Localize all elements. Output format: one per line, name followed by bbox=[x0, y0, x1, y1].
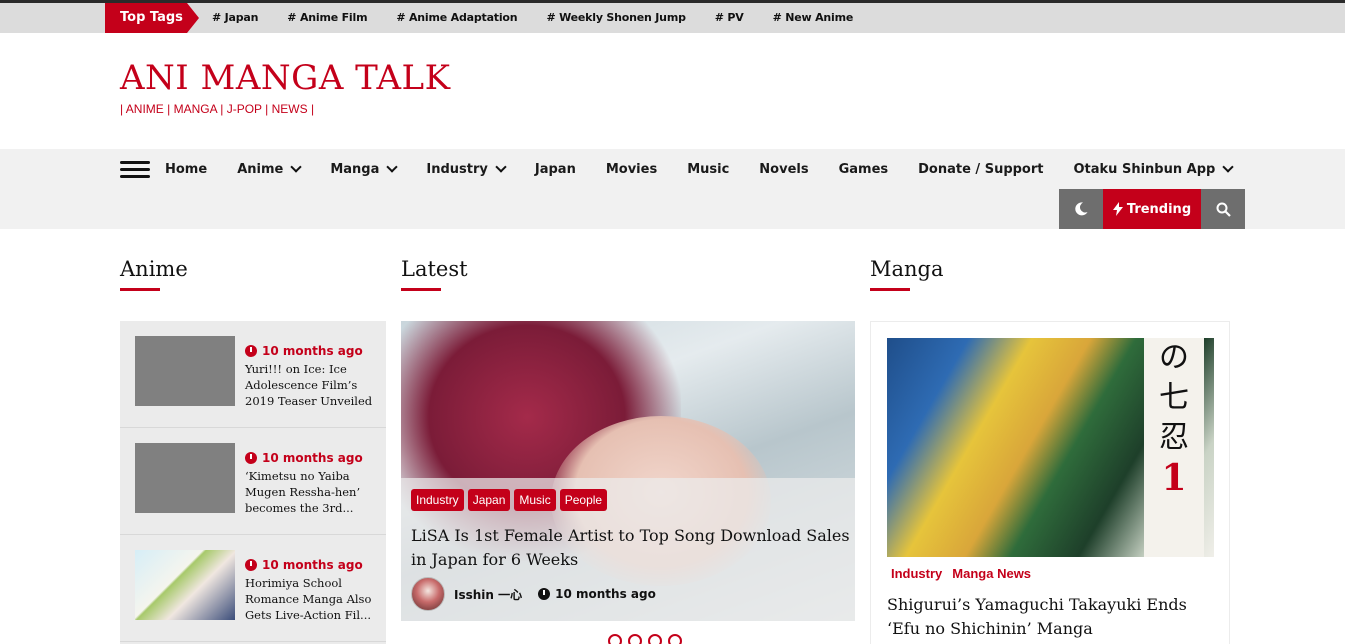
nav-item-home[interactable]: Home bbox=[165, 162, 207, 177]
category-link[interactable]: Industry bbox=[891, 566, 942, 581]
trending-button[interactable]: Trending bbox=[1103, 189, 1201, 229]
chevron-down-icon bbox=[495, 161, 507, 173]
cover-volume-number: 1 bbox=[1161, 457, 1187, 499]
top-tags-label: Top Tags bbox=[105, 3, 199, 33]
nav-item-movies[interactable]: Movies bbox=[606, 162, 657, 177]
anime-list: 10 months ago Yuri!!! on Ice: Ice Adoles… bbox=[120, 321, 386, 644]
category-link[interactable]: Manga News bbox=[952, 566, 1031, 581]
bolt-icon bbox=[1112, 202, 1123, 216]
section-underline bbox=[120, 288, 160, 291]
nav-item-donate[interactable]: Donate / Support bbox=[918, 162, 1043, 177]
top-tags-bar: Top Tags # Japan # Anime Film # Anime Ad… bbox=[0, 0, 1345, 33]
category-chip[interactable]: Japan bbox=[467, 489, 511, 511]
moon-icon bbox=[1075, 202, 1088, 216]
nav-item-manga[interactable]: Manga bbox=[330, 161, 399, 177]
article-thumbnail[interactable] bbox=[135, 336, 235, 406]
chevron-down-icon bbox=[290, 161, 302, 173]
section-title-latest: Latest bbox=[401, 257, 468, 281]
manga-article-title[interactable]: Shigurui’s Yamaguchi Takayuki Ends ‘Efu … bbox=[887, 593, 1217, 641]
article-title[interactable]: Horimiya School Romance Manga Also Gets … bbox=[245, 575, 375, 623]
list-item[interactable]: 10 months ago Horimiya School Romance Ma… bbox=[120, 535, 386, 642]
list-item[interactable]: 10 months ago ‘Kimetsu no Yaiba Mugen Re… bbox=[120, 428, 386, 535]
tag-link[interactable]: # Japan bbox=[212, 3, 258, 33]
chevron-down-icon bbox=[1222, 161, 1234, 173]
manga-cover-image[interactable]: の 七 忍 1 bbox=[887, 338, 1214, 557]
tag-link[interactable]: # PV bbox=[715, 3, 744, 33]
hamburger-menu-icon[interactable] bbox=[120, 161, 150, 179]
category-chip[interactable]: People bbox=[559, 489, 608, 511]
clock-icon bbox=[538, 588, 551, 600]
nav-item-industry[interactable]: Industry bbox=[426, 161, 507, 177]
article-title[interactable]: ‘Kimetsu no Yaiba Mugen Ressha-hen’ beco… bbox=[245, 468, 375, 516]
cover-text: 七 bbox=[1159, 380, 1189, 415]
clock-icon bbox=[245, 559, 257, 571]
nav-menu: Home Anime Manga Industry Japan Movies M… bbox=[165, 149, 1262, 189]
hero-categories: Industry Japan Music People bbox=[411, 489, 608, 511]
top-tags-list: # Japan # Anime Film # Anime Adaptation … bbox=[212, 3, 882, 33]
manga-categories: Industry Manga News bbox=[891, 566, 1031, 581]
main-navbar: Home Anime Manga Industry Japan Movies M… bbox=[0, 149, 1345, 229]
section-title-manga: Manga bbox=[870, 257, 944, 281]
tag-link[interactable]: # Anime Adaptation bbox=[396, 3, 517, 33]
tag-link[interactable]: # Anime Film bbox=[287, 3, 367, 33]
section-underline bbox=[401, 288, 441, 291]
hero-title[interactable]: LiSA Is 1st Female Artist to Top Song Do… bbox=[411, 524, 851, 572]
nav-tools: Trending bbox=[1059, 189, 1245, 229]
cover-text: 忍 bbox=[1159, 420, 1189, 455]
search-icon bbox=[1216, 202, 1231, 217]
post-time: 10 months ago bbox=[245, 451, 363, 465]
post-time: 10 months ago bbox=[245, 344, 363, 358]
trending-label: Trending bbox=[1126, 201, 1192, 217]
site-tagline: | ANIME | MANGA | J-POP | NEWS | bbox=[120, 102, 315, 116]
avatar[interactable] bbox=[411, 577, 445, 611]
slider-dot[interactable] bbox=[668, 634, 682, 644]
search-button[interactable] bbox=[1201, 189, 1245, 229]
tag-link[interactable]: # New Anime bbox=[773, 3, 854, 33]
latest-hero-card[interactable]: Industry Japan Music People LiSA Is 1st … bbox=[401, 321, 855, 621]
cover-title-strip: の 七 忍 1 bbox=[1144, 338, 1204, 557]
author-name[interactable]: Isshin 一心 bbox=[454, 586, 522, 603]
nav-item-japan[interactable]: Japan bbox=[535, 162, 576, 177]
clock-icon bbox=[245, 452, 257, 464]
nav-item-games[interactable]: Games bbox=[839, 162, 889, 177]
section-underline bbox=[870, 288, 910, 291]
clock-icon bbox=[245, 345, 257, 357]
nav-item-anime[interactable]: Anime bbox=[237, 161, 302, 177]
post-time: 10 months ago bbox=[245, 558, 363, 572]
cover-text: の bbox=[1159, 340, 1189, 375]
post-time: 10 months ago bbox=[538, 587, 656, 601]
article-thumbnail[interactable] bbox=[135, 443, 235, 513]
site-title[interactable]: ANI MANGA TALK bbox=[120, 58, 451, 98]
slider-dots bbox=[608, 634, 682, 644]
chevron-down-icon bbox=[386, 161, 399, 173]
article-title[interactable]: Yuri!!! on Ice: Ice Adolescence Film’s 2… bbox=[245, 361, 375, 409]
nav-item-novels[interactable]: Novels bbox=[759, 162, 808, 177]
category-chip[interactable]: Music bbox=[514, 489, 556, 511]
section-title-anime: Anime bbox=[120, 257, 188, 281]
nav-item-app[interactable]: Otaku Shinbun App bbox=[1074, 161, 1234, 177]
hero-meta: Isshin 一心 10 months ago bbox=[411, 577, 656, 611]
nav-item-music[interactable]: Music bbox=[687, 162, 729, 177]
category-chip[interactable]: Industry bbox=[411, 489, 464, 511]
manga-card[interactable]: の 七 忍 1 Industry Manga News Shigurui’s Y… bbox=[870, 321, 1230, 644]
article-thumbnail[interactable] bbox=[135, 550, 235, 620]
slider-dot[interactable] bbox=[608, 634, 622, 644]
list-item[interactable]: 10 months ago Yuri!!! on Ice: Ice Adoles… bbox=[120, 321, 386, 428]
slider-dot[interactable] bbox=[628, 634, 642, 644]
slider-dot[interactable] bbox=[648, 634, 662, 644]
dark-mode-toggle[interactable] bbox=[1059, 189, 1103, 229]
tag-link[interactable]: # Weekly Shonen Jump bbox=[546, 3, 686, 33]
